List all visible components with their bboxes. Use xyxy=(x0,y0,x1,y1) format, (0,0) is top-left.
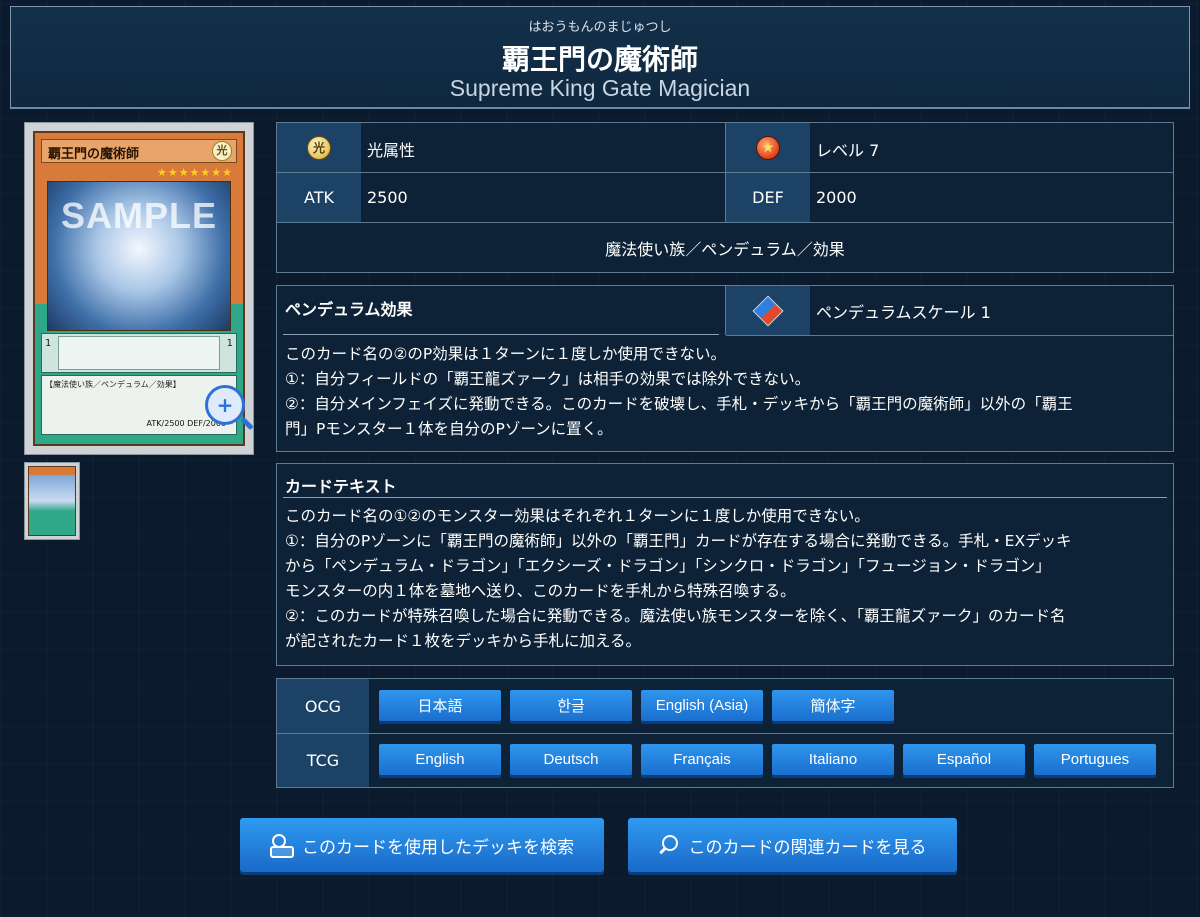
card-text-line: ①：自分のPゾーンに「覇王門の魔術師」以外の「覇王門」カードが存在する場合に発動… xyxy=(285,532,1072,550)
attribute-icon-cell: 光 xyxy=(277,123,361,172)
card-frame: 覇王門の魔術師 光 ★★★★★★★ SAMPLE 1 1 【魔法使い族／ペンデュ… xyxy=(33,131,245,446)
card-text-title: カードテキスト xyxy=(285,477,397,496)
def-value: 2000 xyxy=(816,188,857,207)
page-title: 覇王門の魔術師 xyxy=(501,43,698,76)
monster-types: 魔法使い族／ペンデュラム／効果 xyxy=(605,239,845,259)
atk-label: ATK xyxy=(277,173,361,222)
thumbnail-image xyxy=(28,466,76,536)
ocg-label: OCG xyxy=(277,679,369,733)
def-label: DEF xyxy=(726,173,810,222)
lang-button-spanish[interactable]: Español xyxy=(903,744,1025,775)
card-pendulum-box: 1 1 xyxy=(41,333,237,373)
related-cards-label: このカードの関連カードを見る xyxy=(688,837,927,858)
card-text-line: から「ペンデュラム・ドラゴン」「エクシーズ・ドラゴン」「シンクロ・ドラゴン」「フ… xyxy=(285,557,1051,575)
lang-button-german[interactable]: Deutsch xyxy=(510,744,632,775)
atk-value: 2500 xyxy=(367,188,408,207)
card-image-name-text: 覇王門の魔術師 xyxy=(48,147,140,162)
language-panel: OCG TCG 日本語 한글 English (Asia) 簡体字 Englis… xyxy=(276,678,1174,788)
attribute-value: 光属性 xyxy=(367,141,416,160)
level-stars: ★★★★★★★ xyxy=(156,166,233,179)
card-text-line: ②：このカードが特殊召喚した場合に発動できる。魔法使い族モンスターを除く、「覇王… xyxy=(285,607,1066,625)
card-text-line: モンスターの内１体を墓地へ送り、このカードを手札から特殊召喚する。 xyxy=(285,582,796,600)
related-cards-button[interactable]: このカードの関連カードを見る xyxy=(628,818,957,872)
pendulum-effect-title: ペンデュラム効果 xyxy=(285,300,413,319)
search-decks-label: このカードを使用したデッキを検索 xyxy=(302,837,574,858)
card-thumbnail[interactable] xyxy=(24,462,80,540)
card-text-panel: カードテキスト このカード名の①②のモンスター効果はそれぞれ１ターンに１度しか使… xyxy=(276,463,1174,666)
pendulum-scale-icon-cell xyxy=(726,286,810,335)
pendulum-effect-line: このカード名の②のP効果は１ターンに１度しか使用できない。 xyxy=(285,345,726,363)
right-scale-value: 1 xyxy=(226,338,233,349)
card-image[interactable]: 覇王門の魔術師 光 ★★★★★★★ SAMPLE 1 1 【魔法使い族／ペンデュ… xyxy=(24,122,254,455)
level-value: レベル 7 xyxy=(816,141,880,160)
search-icon xyxy=(659,835,679,855)
pendulum-scale-value: ペンデュラムスケール 1 xyxy=(816,302,991,322)
stats-panel: 光 光属性 ★ レベル 7 ATK 2500 DEF 2000 魔法使い族／ペン… xyxy=(276,122,1174,273)
card-text-line: が記されたカード１枚をデッキから手札に加える。 xyxy=(285,632,642,650)
card-effect-text: このカード名の①②のモンスター効果はそれぞれ１ターンに１度しか使用できない。 ①… xyxy=(285,504,1169,654)
lang-button-simplified-chinese[interactable]: 簡体字 xyxy=(772,690,894,721)
search-decks-button[interactable]: このカードを使用したデッキを検索 xyxy=(240,818,604,872)
pendulum-effect-line: ②：自分メインフェイズに発動できる。このカードを破壊し、手札・デッキから「覇王門… xyxy=(285,395,1073,413)
lang-button-english[interactable]: English xyxy=(379,744,501,775)
tcg-label: TCG xyxy=(277,734,369,787)
user-search-icon xyxy=(270,834,294,858)
card-type-line: 【魔法使い族／ペンデュラム／効果】 xyxy=(45,380,181,389)
lang-button-portuguese[interactable]: Portugues xyxy=(1034,744,1156,775)
lang-button-italian[interactable]: Italiano xyxy=(772,744,894,775)
level-icon-cell: ★ xyxy=(726,123,810,172)
lang-button-korean[interactable]: 한글 xyxy=(510,690,632,721)
card-image-name: 覇王門の魔術師 光 xyxy=(41,139,237,163)
lang-button-english-asia[interactable]: English (Asia) xyxy=(641,690,763,721)
card-title-header: はおうもんのまじゅつし 覇王門の魔術師 Supreme King Gate Ma… xyxy=(10,6,1190,109)
sample-watermark: SAMPLE xyxy=(60,195,217,236)
title-reading: はおうもんのまじゅつし xyxy=(528,20,672,35)
pendulum-text-area xyxy=(58,336,220,370)
pendulum-effect-line: ①：自分フィールドの「覇王龍ズァーク」は相手の効果では除外できない。 xyxy=(285,370,811,388)
card-text-line: このカード名の①②のモンスター効果はそれぞれ１ターンに１度しか使用できない。 xyxy=(285,507,870,525)
pendulum-effect-panel: ペンデュラム効果 ペンデュラムスケール 1 このカード名の②のP効果は１ターンに… xyxy=(276,285,1174,452)
left-scale-value: 1 xyxy=(45,338,52,349)
lang-button-japanese[interactable]: 日本語 xyxy=(379,690,501,721)
pendulum-effect-line: 門」Pモンスター１体を自分のPゾーンに置く。 xyxy=(285,420,613,438)
english-title: Supreme King Gate Magician xyxy=(449,75,751,101)
pendulum-effect-text: このカード名の②のP効果は１ターンに１度しか使用できない。 ①：自分フィールドの… xyxy=(285,342,1169,442)
light-attribute-icon: 光 xyxy=(307,135,331,160)
zoom-in-icon[interactable]: + xyxy=(205,385,245,425)
light-attribute-icon: 光 xyxy=(212,141,232,161)
pendulum-scale-icon xyxy=(752,294,784,327)
level-star-icon: ★ xyxy=(756,135,780,160)
lang-button-french[interactable]: Français xyxy=(641,744,763,775)
